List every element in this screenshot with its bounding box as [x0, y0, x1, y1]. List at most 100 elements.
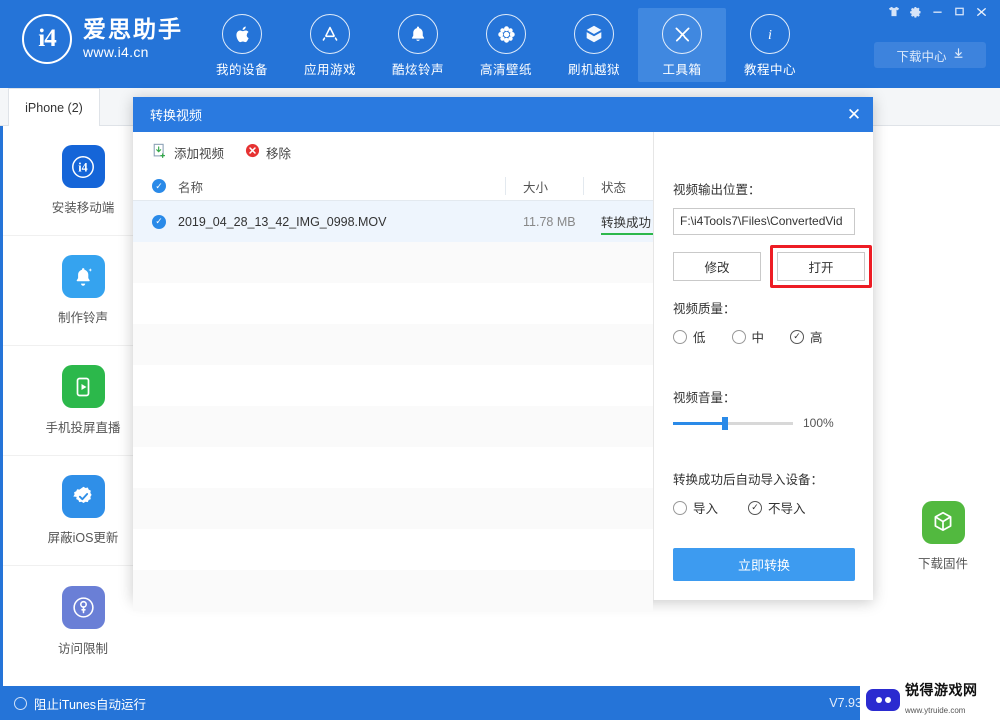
list-toolbar: 添加视频 移除	[133, 132, 653, 172]
nav-label: 我的设备	[215, 63, 268, 77]
main-content: i4 安装移动端 制作铃声 手机投屏直播 屏蔽iOS更新 访问限制 下载固件 转…	[0, 97, 1000, 686]
convert-now-button[interactable]: 立即转换	[673, 548, 855, 581]
radio-check-icon: ✓	[790, 329, 805, 344]
nav-label: 工具箱	[662, 63, 702, 77]
volume-slider[interactable]: 100%	[673, 416, 834, 430]
tab-iphone[interactable]: iPhone (2)	[8, 88, 100, 126]
quality-option-high[interactable]: ✓ 高	[790, 327, 823, 346]
skin-icon[interactable]	[883, 2, 904, 21]
watermark: 锐得游戏网 www.ytruide.com	[860, 680, 1000, 720]
i4-app-icon: i4	[61, 145, 105, 188]
svg-text:i4: i4	[78, 160, 87, 174]
nav-item-flash-jailbreak[interactable]: 刷机越狱	[550, 8, 638, 82]
sidebar-item-label: 访问限制	[57, 641, 108, 656]
output-location-label: 视频输出位置：	[673, 183, 761, 197]
radio-circle-icon	[673, 329, 687, 344]
nav-item-ringtones[interactable]: 酷炫铃声	[374, 8, 462, 82]
brand-url: www.i4.cn	[83, 44, 149, 61]
volume-fill	[673, 421, 725, 425]
table-row	[133, 447, 653, 488]
remove-button[interactable]: 移除	[245, 143, 291, 162]
nav-item-wallpapers[interactable]: 高清壁纸	[462, 8, 550, 82]
flower-icon	[486, 14, 526, 54]
radio-circle-icon	[673, 500, 687, 515]
table-row	[133, 283, 653, 324]
column-header-status: 状态	[601, 180, 627, 195]
table-row	[133, 488, 653, 529]
download-center-button[interactable]: 下载中心	[874, 42, 986, 68]
firmware-cube-icon	[921, 500, 965, 544]
settings-panel: 视频输出位置： F:\i4Tools7\Files\ConvertedVid 修…	[653, 132, 873, 600]
itunes-toggle[interactable]: 阻止iTunes自动运行	[14, 694, 146, 713]
nav-label: 高清壁纸	[479, 63, 532, 77]
auto-import-option-yes[interactable]: 导入	[673, 498, 718, 517]
box-icon	[574, 14, 614, 54]
modify-path-button[interactable]: 修改	[673, 252, 761, 281]
restriction-key-icon	[61, 585, 105, 629]
quality-option-low[interactable]: 低	[673, 327, 706, 346]
version-label: V7.93	[829, 696, 862, 710]
brand-logo: i4 爱思助手 www.i4.cn	[22, 14, 183, 64]
ringtone-bell-icon	[61, 255, 105, 298]
auto-import-label: 转换成功后自动导入设备：	[673, 473, 824, 487]
close-icon[interactable]	[971, 2, 992, 21]
right-tool-download-firmware[interactable]: 下载固件	[863, 481, 1000, 591]
auto-import-label-no: 不导入	[768, 502, 806, 516]
nav-item-apps-games[interactable]: 应用游戏	[286, 8, 374, 82]
dialog-close-icon[interactable]: ✕	[835, 97, 873, 132]
auto-import-option-no[interactable]: ✓ 不导入	[748, 498, 806, 517]
quality-option-medium[interactable]: 中	[731, 327, 764, 346]
row-status: 转换成功	[601, 216, 652, 230]
video-list-panel: 添加视频 移除 ✓ 名称 大小 状态 ✓ 2019_04_28_13_42_IM…	[133, 132, 756, 611]
add-video-button[interactable]: 添加视频	[152, 143, 224, 162]
row-file-name: 2019_04_28_13_42_IMG_0998.MOV	[178, 214, 387, 229]
tab-label: iPhone (2)	[25, 100, 83, 115]
maximize-icon[interactable]	[949, 2, 970, 21]
minimize-icon[interactable]	[927, 2, 948, 21]
toggle-circle-icon	[14, 696, 27, 710]
table-row	[133, 570, 653, 611]
tools-icon	[662, 14, 702, 54]
radio-circle-icon	[731, 329, 746, 344]
column-header-name: 名称	[178, 180, 204, 195]
select-all-checkbox[interactable]: ✓	[152, 179, 166, 193]
volume-knob[interactable]	[721, 416, 728, 430]
top-navigation-bar: i4 爱思助手 www.i4.cn 我的设备 应用游戏 酷炫铃声 高清壁纸 刷机…	[0, 0, 1000, 88]
video-volume-label: 视频音量：	[673, 391, 736, 405]
dialog-title-bar: 转换视频 ✕	[133, 97, 873, 132]
quality-label-high: 高	[810, 331, 823, 345]
add-video-label: 添加视频	[174, 146, 225, 161]
block-update-gear-icon	[61, 475, 105, 518]
nav-item-my-device[interactable]: 我的设备	[198, 8, 286, 82]
row-file-size: 11.78 MB	[523, 214, 576, 229]
open-folder-button[interactable]: 打开	[777, 252, 865, 281]
nav-item-tutorial-center[interactable]: i 教程中心	[726, 8, 814, 82]
info-icon: i	[750, 14, 790, 54]
apple-icon	[222, 14, 262, 54]
volume-value: 100%	[803, 416, 834, 430]
download-center-label: 下载中心	[896, 49, 947, 64]
nav-item-toolbox[interactable]: 工具箱	[638, 8, 726, 82]
gear-icon[interactable]	[905, 2, 926, 21]
bell-icon	[398, 14, 438, 54]
dialog-body: 添加视频 移除 ✓ 名称 大小 状态 ✓ 2019_04_28_13_42_IM…	[133, 132, 873, 611]
convert-video-dialog: 转换视频 ✕ 添加视频 移除 ✓ 名称 大小 状态 ✓ 2019_04_28_1…	[133, 97, 873, 611]
auto-import-label-yes: 导入	[693, 502, 719, 516]
right-tool-label: 下载固件	[917, 556, 968, 571]
i4-logo-icon: i4	[22, 14, 72, 64]
table-row	[133, 324, 653, 365]
volume-track[interactable]	[673, 416, 793, 430]
video-quality-label: 视频质量：	[673, 302, 736, 316]
table-row[interactable]: ✓ 2019_04_28_13_42_IMG_0998.MOV 11.78 MB…	[133, 201, 756, 242]
appstore-icon	[310, 14, 350, 54]
table-row	[133, 242, 653, 283]
svg-text:i: i	[768, 27, 772, 43]
nav-label: 酷炫铃声	[391, 63, 444, 77]
output-path-input[interactable]: F:\i4Tools7\Files\ConvertedVid	[673, 208, 855, 235]
row-checkbox[interactable]: ✓	[152, 214, 166, 229]
main-nav: 我的设备 应用游戏 酷炫铃声 高清壁纸 刷机越狱 工具箱 i 教程中心	[198, 8, 814, 82]
add-file-icon	[152, 143, 168, 162]
gamepad-icon	[866, 689, 900, 711]
itunes-toggle-label: 阻止iTunes自动运行	[34, 697, 147, 712]
status-bar: 阻止iTunes自动运行 V7.93 意见反馈 微信 锐得游戏网 www.ytr…	[0, 680, 1000, 720]
